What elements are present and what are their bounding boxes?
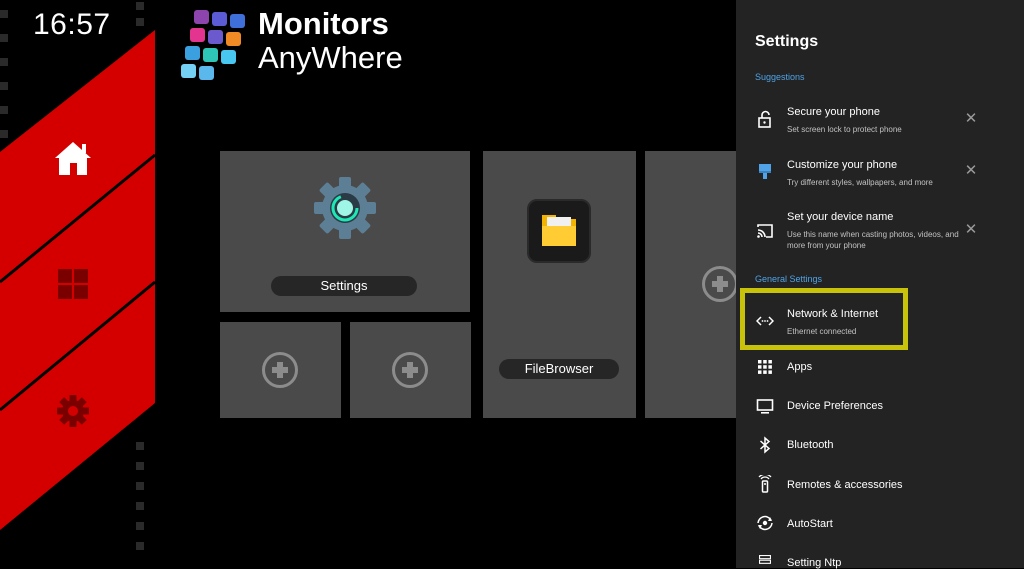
- settings-item-title: AutoStart: [787, 518, 833, 530]
- settings-tile[interactable]: Settings: [220, 151, 470, 312]
- brand-name-line1: Monitors: [258, 6, 389, 41]
- empty-tile-2[interactable]: [350, 322, 471, 418]
- settings-item-title: Bluetooth: [787, 439, 834, 451]
- settings-app-icon: [314, 177, 376, 239]
- nav-home-button[interactable]: [50, 136, 96, 182]
- brush-icon: [759, 164, 771, 179]
- bluetooth-icon: [760, 436, 771, 454]
- dismiss-icon[interactable]: ✕: [964, 111, 978, 126]
- suggestion-title: Secure your phone: [787, 106, 880, 118]
- settings-item-title: Remotes & accessories: [787, 479, 903, 491]
- settings-title: Settings: [755, 33, 819, 50]
- general-settings-header: General Settings: [755, 274, 823, 284]
- remote-icon: [758, 475, 772, 493]
- folder-icon: [527, 199, 591, 263]
- settings-item-ntp[interactable]: [736, 550, 1024, 568]
- windows-icon: [58, 269, 88, 299]
- empty-tile-3[interactable]: [645, 151, 738, 418]
- settings-item-bluetooth[interactable]: [736, 433, 1024, 459]
- server-icon: [759, 555, 771, 564]
- settings-item-autostart[interactable]: [736, 511, 1024, 537]
- suggestion-subtitle: Try different styles, wallpapers, and mo…: [787, 178, 933, 187]
- suggestions-header: Suggestions: [755, 72, 805, 82]
- settings-item-title: Device Preferences: [787, 400, 883, 412]
- suggestion-title: Set your device name: [787, 211, 894, 223]
- filebrowser-tile-label: FileBrowser: [499, 359, 619, 379]
- suggestion-secure-phone[interactable]: [736, 100, 1024, 144]
- suggestion-subtitle: Set screen lock to protect phone: [787, 125, 902, 134]
- brand-name-line2: AnyWhere: [258, 40, 403, 75]
- settings-tile-label: Settings: [271, 276, 417, 296]
- settings-item-title: Apps: [787, 361, 813, 373]
- dismiss-icon[interactable]: ✕: [964, 222, 978, 237]
- focus-highlight: [740, 288, 908, 350]
- nav-settings-button[interactable]: [55, 393, 91, 429]
- settings-item-apps[interactable]: [736, 355, 1024, 381]
- empty-tile-1[interactable]: [220, 322, 341, 418]
- add-icon: [262, 352, 298, 388]
- apps-grid-icon: [758, 360, 772, 374]
- filebrowser-tile[interactable]: FileBrowser: [483, 151, 636, 418]
- monitor-icon: [756, 399, 774, 414]
- home-icon: [55, 142, 91, 175]
- autostart-icon: [757, 515, 773, 531]
- brand-logo: [180, 8, 250, 80]
- nav-apps-button[interactable]: [57, 268, 89, 300]
- clock: 16:57: [33, 8, 111, 41]
- add-icon: [702, 266, 738, 302]
- suggestion-title: Customize your phone: [787, 159, 898, 171]
- cast-icon: [757, 224, 773, 238]
- lock-icon: [758, 110, 771, 128]
- dismiss-icon[interactable]: ✕: [964, 163, 978, 178]
- add-icon: [392, 352, 428, 388]
- suggestion-subtitle: Use this name when casting photos, video…: [787, 230, 959, 250]
- gear-icon: [57, 395, 89, 427]
- settings-item-title: Setting Ntp: [787, 557, 842, 569]
